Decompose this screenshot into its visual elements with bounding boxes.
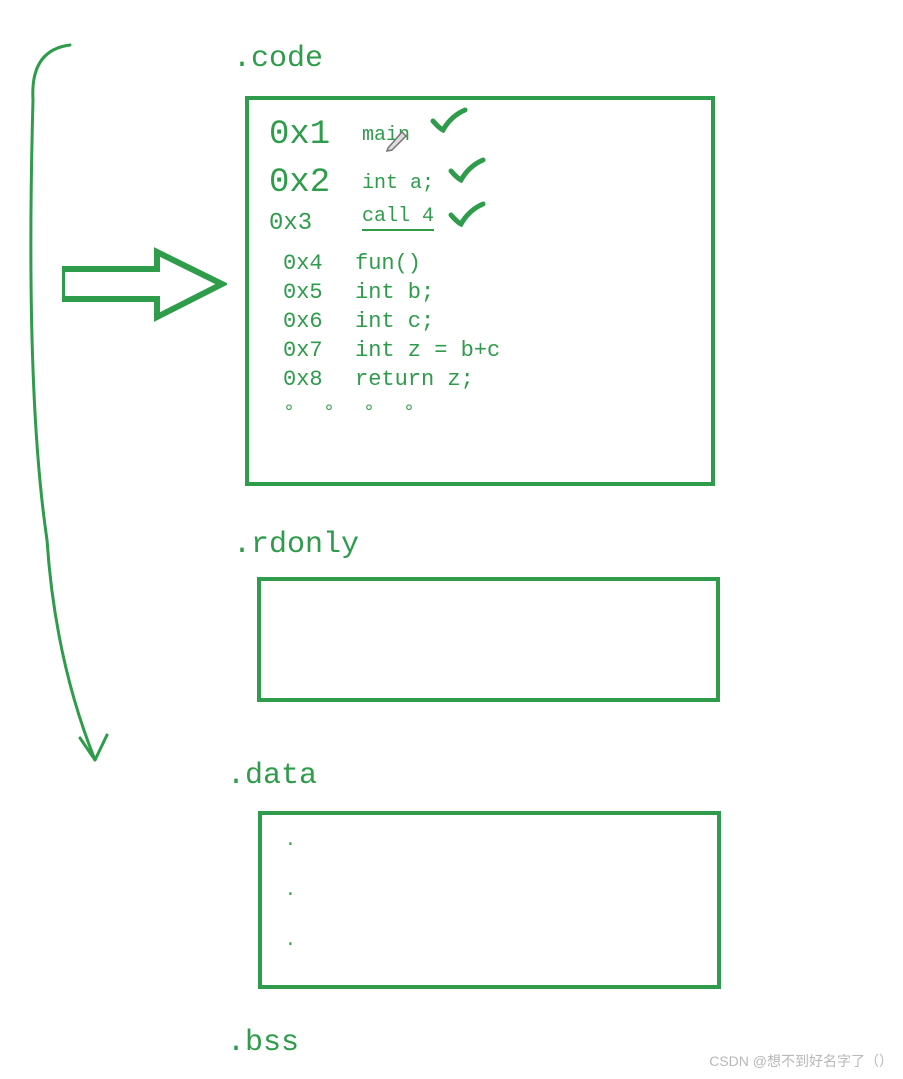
- pencil-icon: [384, 126, 412, 154]
- code-line-4: 0x4 fun(): [283, 251, 691, 276]
- checkmark-icon: [447, 156, 487, 186]
- bss-section-label: .bss: [227, 1026, 299, 1060]
- data-dot-2: ·: [285, 885, 296, 905]
- instr-int-c: int c;: [355, 309, 434, 334]
- ellipsis-dots: ° ° ° °: [283, 402, 691, 425]
- addr-0x2: 0x2: [269, 164, 344, 202]
- addr-0x7: 0x7: [283, 338, 331, 363]
- instr-fun: fun(): [355, 251, 421, 276]
- flow-arrow-icon: [5, 40, 165, 810]
- code-line-6: 0x6 int c;: [283, 309, 691, 334]
- code-line-8: 0x8 return z;: [283, 367, 691, 392]
- data-dot-3: ·: [285, 935, 296, 955]
- code-line-7: 0x7 int z = b+c: [283, 338, 691, 363]
- checkmark-icon: [429, 106, 469, 136]
- addr-0x5: 0x5: [283, 280, 331, 305]
- code-line-3: 0x3 call 4: [269, 204, 691, 231]
- code-line-2: 0x2 int a;: [269, 164, 691, 202]
- data-dot-1: ·: [285, 835, 296, 855]
- addr-0x3: 0x3: [269, 210, 344, 237]
- checkmark-icon: [447, 200, 487, 230]
- addr-0x4: 0x4: [283, 251, 331, 276]
- addr-0x1: 0x1: [269, 116, 344, 154]
- instr-return-z: return z;: [355, 367, 474, 392]
- code-section-label: .code: [233, 42, 323, 76]
- data-section-box: [258, 811, 721, 989]
- rdonly-section-box: [257, 577, 720, 702]
- instr-call-4: call 4: [362, 205, 434, 231]
- data-section-label: .data: [227, 759, 317, 793]
- code-line-5: 0x5 int b;: [283, 280, 691, 305]
- instr-int-b: int b;: [355, 280, 434, 305]
- rdonly-section-label: .rdonly: [233, 528, 359, 562]
- code-line-1: 0x1 main: [269, 116, 691, 154]
- addr-0x6: 0x6: [283, 309, 331, 334]
- right-arrow-icon: [62, 247, 227, 322]
- watermark-text: CSDN @想不到好名字了（）: [709, 1051, 893, 1071]
- code-section-box: 0x1 main 0x2 int a; 0x3 call 4: [245, 96, 715, 486]
- instr-int-a: int a;: [362, 172, 434, 195]
- addr-0x8: 0x8: [283, 367, 331, 392]
- instr-int-z: int z = b+c: [355, 338, 500, 363]
